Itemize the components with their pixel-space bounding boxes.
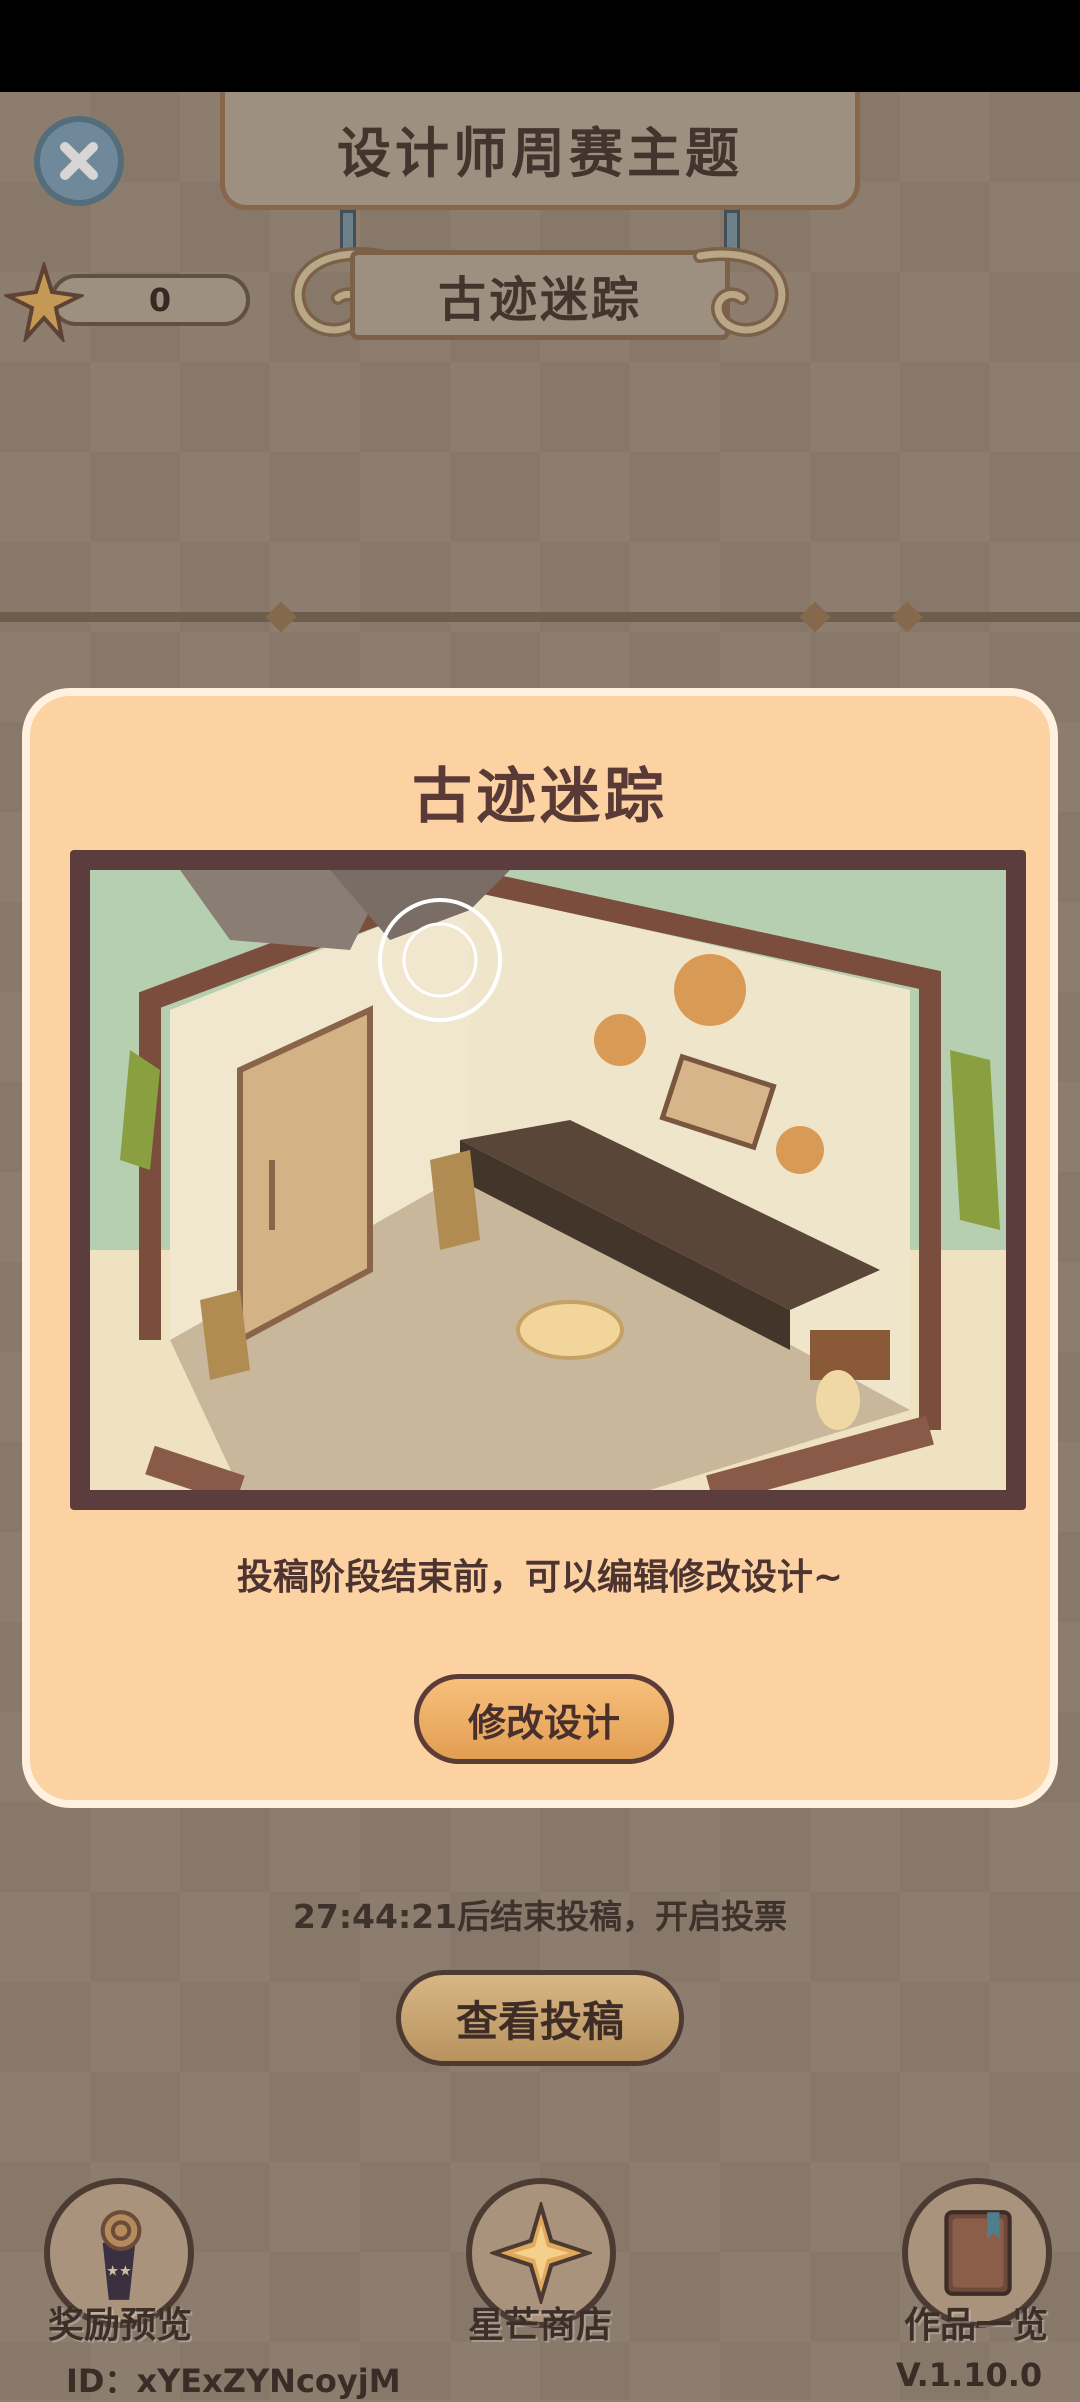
modify-design-button[interactable]: 修改设计 — [414, 1674, 674, 1764]
design-preview-image — [70, 850, 1026, 1510]
view-submissions-button[interactable]: 查看投稿 — [396, 1970, 684, 2066]
book-icon — [944, 2210, 1012, 2296]
app-version: V.1.10.0 — [896, 2356, 1043, 2394]
submission-timer: 27:44:21后结束投稿，开启投票 — [292, 1897, 788, 1936]
theme-modal: 古迹迷踪 投稿阶段结束前，可以编辑修改设计~ 修改设计 — [22, 688, 1058, 1808]
svg-text:★★: ★★ — [106, 2263, 132, 2279]
modal-title: 古迹迷踪 — [412, 762, 668, 832]
status-bar — [0, 0, 1080, 92]
works-list-label: 作品一览 — [903, 2305, 1048, 2346]
trophy-icon: ★★ — [100, 2210, 142, 2300]
modal-description: 投稿阶段结束前，可以编辑修改设计~ — [236, 1557, 844, 1598]
room-illustration — [90, 870, 1006, 1490]
compass-star-icon — [490, 2202, 592, 2304]
reward-preview-label: 奖励预览 — [47, 2305, 192, 2346]
star-shop-label: 星芒商店 — [467, 2305, 612, 2346]
user-id: ID：xYExZYNcoyjM — [66, 2362, 401, 2400]
